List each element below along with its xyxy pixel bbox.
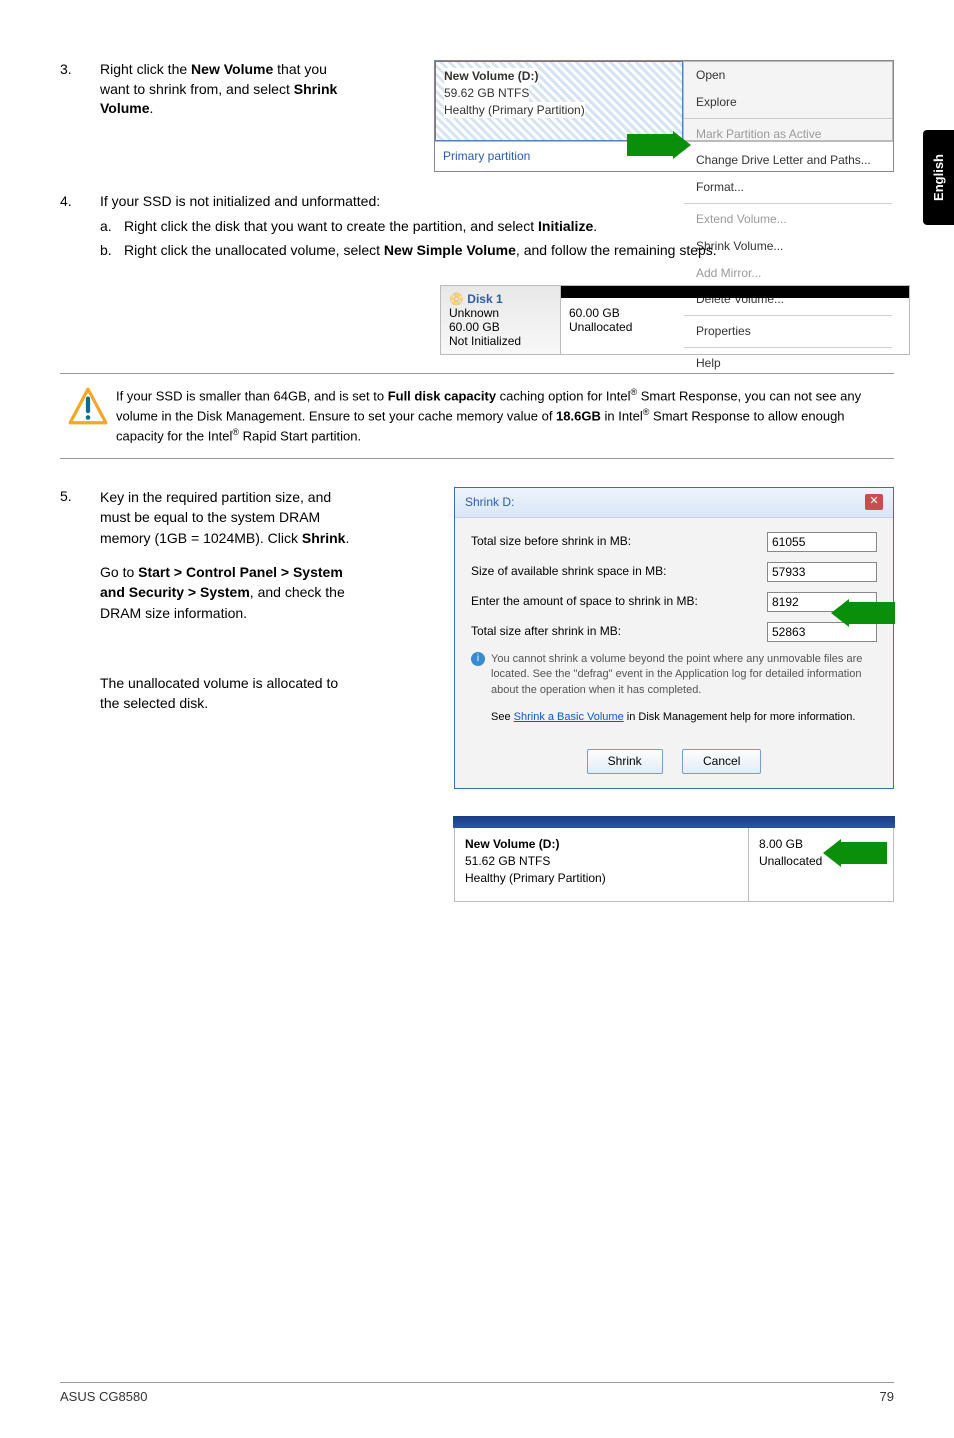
input-total-before [767, 532, 877, 552]
step-5: 5. Key in the required partition size, a… [60, 487, 894, 902]
input-available [767, 562, 877, 582]
arrow-icon [837, 842, 887, 864]
label-total-before: Total size before shrink in MB: [471, 533, 631, 550]
volume-health: Healthy (Primary Partition) [444, 102, 585, 119]
text: , and follow the remaining steps. [516, 242, 717, 258]
step-4a: a. Right click the disk that you want to… [100, 217, 894, 237]
text: Rapid Start partition. [239, 428, 361, 443]
dialog-note: i You cannot shrink a volume beyond the … [471, 652, 877, 698]
bold-text: 18.6GB [556, 408, 601, 423]
arrow-icon [845, 602, 895, 624]
ctx-explore[interactable]: Explore [684, 89, 892, 116]
text: in Disk Management help for more informa… [624, 711, 856, 723]
sub-letter: a. [100, 217, 124, 237]
bold-text: Shrink [302, 530, 346, 546]
context-menu-figure: New Volume (D:) 59.62 GB NTFS Healthy (P… [434, 60, 894, 172]
result-title: New Volume (D:) [465, 836, 738, 853]
disk-title: Disk 1 [467, 292, 502, 306]
arrow-icon [627, 134, 677, 156]
ctx-open[interactable]: Open [684, 62, 892, 89]
bold-text: Initialize [538, 218, 593, 234]
unalloc-size: 60.00 GB [569, 306, 901, 320]
note-text: If your SSD is smaller than 64GB, and is… [116, 386, 894, 447]
help-link[interactable]: Shrink a Basic Volume [514, 711, 624, 723]
footer-page-number: 79 [880, 1389, 894, 1404]
step-3-number: 3. [60, 60, 100, 172]
shrink-dialog: Shrink D: ✕ Total size before shrink in … [454, 487, 894, 789]
text: . [345, 530, 349, 546]
text: Right click the disk that you want to cr… [124, 218, 538, 234]
result-figure: New Volume (D:) 51.62 GB NTFS Healthy (P… [454, 817, 894, 901]
warning-icon [60, 386, 116, 434]
ctx-mark-active: Mark Partition as Active [684, 121, 892, 148]
result-health: Healthy (Primary Partition) [465, 870, 738, 887]
disk-unallocated: 60.00 GB Unallocated [561, 286, 909, 354]
unalloc-label: Unallocated [569, 320, 901, 334]
ctx-change-letter[interactable]: Change Drive Letter and Paths... [684, 147, 892, 174]
text: in Intel [601, 408, 643, 423]
text: Right click the [100, 61, 191, 77]
step-3-text: Right click the New Volume that you want… [100, 60, 360, 172]
text: caching option for Intel [496, 388, 630, 403]
note-text: You cannot shrink a volume beyond the po… [491, 652, 877, 698]
page-content: 3. Right click the New Volume that you w… [0, 0, 954, 952]
text: See [491, 711, 514, 723]
disk-type: Unknown [449, 306, 552, 320]
bold-text: New Simple Volume [384, 242, 516, 258]
text: . [150, 100, 154, 116]
page-footer: ASUS CG8580 79 [60, 1382, 894, 1404]
reg-mark: ® [232, 427, 239, 437]
separator [684, 118, 892, 119]
result-size: 51.62 GB NTFS [465, 853, 738, 870]
ctx-help[interactable]: Help [684, 350, 892, 377]
volume-box: New Volume (D:) 59.62 GB NTFS Healthy (P… [435, 61, 683, 141]
text: If your SSD is smaller than 64GB, and is… [116, 388, 388, 403]
label-available: Size of available shrink space in MB: [471, 563, 666, 580]
volume-size: 59.62 GB NTFS [444, 85, 529, 102]
disk-size: 60.00 GB [449, 320, 552, 334]
label-shrink-amount: Enter the amount of space to shrink in M… [471, 593, 698, 610]
step-3: 3. Right click the New Volume that you w… [60, 60, 894, 172]
step-5-text: Key in the required partition size, and … [100, 487, 350, 902]
language-tab: English [923, 130, 954, 225]
note-box: If your SSD is smaller than 64GB, and is… [60, 373, 894, 460]
dialog-title: Shrink D: [465, 494, 514, 511]
text: Key in the required partition size, and … [100, 489, 331, 546]
dialog-link-row: See Shrink a Basic Volume in Disk Manage… [491, 710, 877, 725]
disk-info: 📀 Disk 1 Unknown 60.00 GB Not Initialize… [441, 286, 561, 354]
close-icon[interactable]: ✕ [865, 494, 883, 510]
step-4-lead: If your SSD is not initialized and unfor… [100, 192, 894, 212]
text: Go to [100, 564, 138, 580]
disk-figure: 📀 Disk 1 Unknown 60.00 GB Not Initialize… [440, 285, 910, 355]
input-total-after [767, 622, 877, 642]
text: . [593, 218, 597, 234]
step-4: 4. If your SSD is not initialized and un… [60, 192, 894, 265]
sub-letter: b. [100, 241, 124, 261]
result-unallocated: 8.00 GB Unallocated [749, 818, 893, 900]
disk-icon: 📀 Disk 1 [449, 292, 552, 306]
step-4b: b. Right click the unallocated volume, s… [100, 241, 894, 261]
result-volume: New Volume (D:) 51.62 GB NTFS Healthy (P… [455, 818, 749, 900]
step-4-number: 4. [60, 192, 100, 265]
text: Primary partition [443, 149, 530, 163]
label-total-after: Total size after shrink in MB: [471, 623, 621, 640]
volume-title: New Volume (D:) [444, 68, 538, 85]
bold-text: New Volume [191, 61, 273, 77]
context-menu: Open Explore Mark Partition as Active Ch… [683, 61, 893, 141]
footer-product: ASUS CG8580 [60, 1389, 147, 1404]
primary-partition-label: Primary partition [435, 142, 683, 171]
step-5-result-text: The unallocated volume is allocated to t… [100, 673, 350, 714]
disk-status: Not Initialized [449, 334, 552, 348]
shrink-button[interactable]: Shrink [587, 749, 663, 774]
text: Right click the unallocated volume, sele… [124, 242, 384, 258]
cancel-button[interactable]: Cancel [682, 749, 761, 774]
step-5-number: 5. [60, 487, 100, 902]
bold-text: Full disk capacity [388, 388, 496, 403]
info-icon: i [471, 652, 485, 666]
